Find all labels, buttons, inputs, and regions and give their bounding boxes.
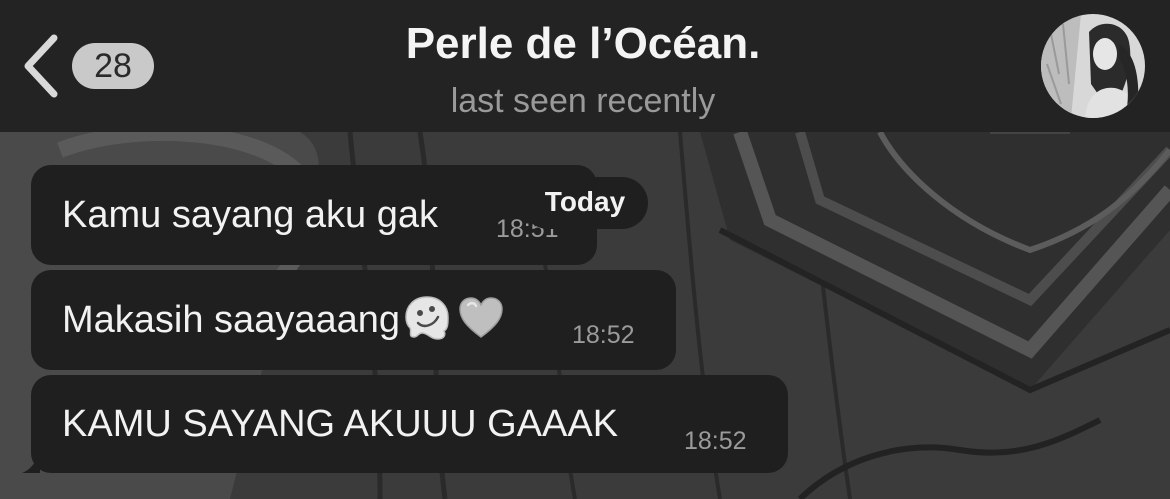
avatar[interactable] <box>1041 14 1145 118</box>
message-timestamp: 18:52 <box>684 427 747 455</box>
message-bubble[interactable]: Kamu sayang aku gak 18:51 <box>31 165 597 265</box>
chat-title-block[interactable]: Perle de l’Océan. last seen recently <box>300 14 866 124</box>
chat-title: Perle de l’Océan. <box>405 19 761 68</box>
white-heart-emoji-icon <box>459 297 503 338</box>
message-bubble[interactable]: Makasih saayaaang 18:52 <box>31 270 676 370</box>
message-text: Makasih saayaaang <box>62 270 508 370</box>
back-button[interactable]: 28 <box>18 30 168 102</box>
message-text-content: Makasih saayaaang <box>62 299 400 341</box>
chat-header: 28 Perle de l’Océan. last seen recently <box>0 0 1170 132</box>
message-bubble[interactable]: KAMU SAYANG AKUUU GAAAK 18:52 <box>22 375 788 473</box>
unread-count-badge: 28 <box>72 43 154 89</box>
bubble-tail <box>22 453 40 473</box>
date-separator: Today <box>522 177 648 229</box>
last-seen-status: last seen recently <box>450 82 716 120</box>
message-timestamp: 18:52 <box>572 321 635 349</box>
message-text: KAMU SAYANG AKUUU GAAAK <box>62 403 619 445</box>
message-text: Kamu sayang aku gak <box>62 194 439 236</box>
profile-photo-icon <box>1041 14 1145 118</box>
melting-face-emoji-icon <box>405 296 449 340</box>
chevron-left-icon <box>24 34 58 98</box>
